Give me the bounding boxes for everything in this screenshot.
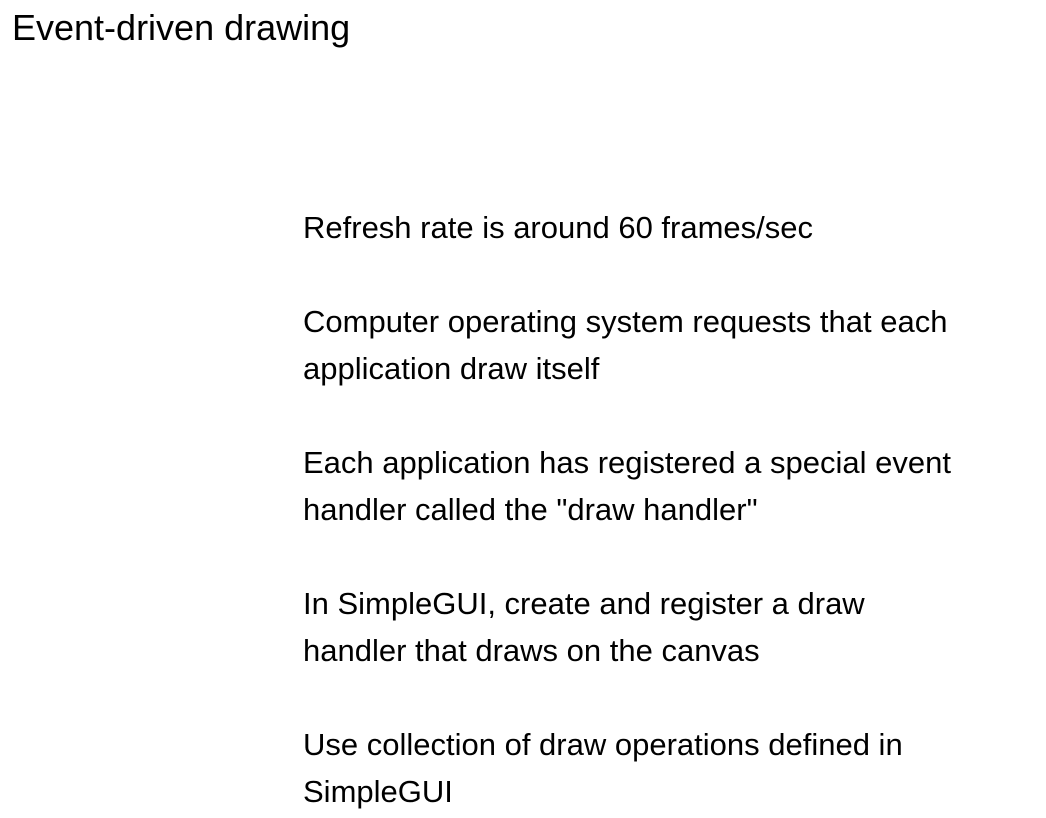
bullet-line: Refresh rate is around 60 frames/sec [303,210,814,245]
bullet-line: Use collection of draw operations define… [303,727,903,762]
bullet-list: Refresh rate is around 60 frames/sec Com… [303,204,1038,815]
slide-title: Event-driven drawing [12,7,351,48]
bullet-line: application draw itself [303,351,600,386]
bullet-line: In SimpleGUI, create and register a draw [303,586,865,621]
bullet-line: handler called the "draw handler" [303,492,758,527]
bullet-line: Each application has registered a specia… [303,445,951,480]
bullet-line: SimpleGUI [303,774,453,809]
bullet-item: Each application has registered a specia… [303,439,1038,533]
bullet-line: Computer operating system requests that … [303,304,948,339]
bullet-item: Computer operating system requests that … [303,298,1038,392]
bullet-item: Refresh rate is around 60 frames/sec [303,204,1038,251]
bullet-item: Use collection of draw operations define… [303,721,1038,815]
bullet-line: handler that draws on the canvas [303,633,760,668]
bullet-item: In SimpleGUI, create and register a draw… [303,580,1038,674]
